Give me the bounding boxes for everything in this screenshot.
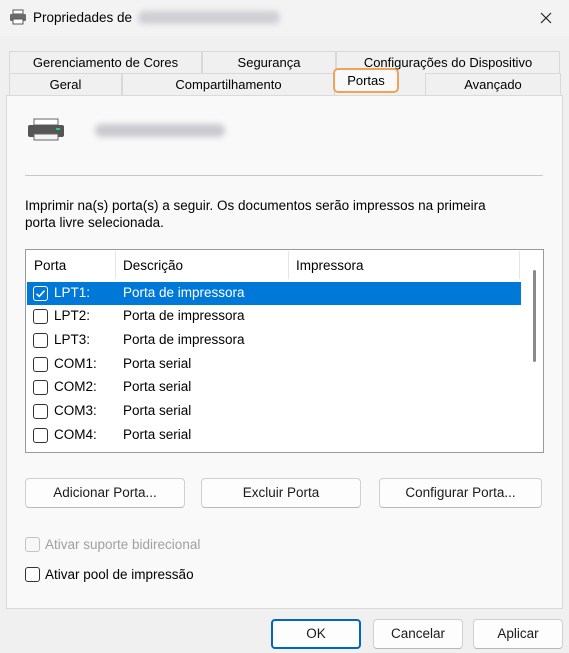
vertical-scrollbar[interactable] — [533, 270, 536, 362]
port-description: Porta serial — [123, 379, 192, 394]
port-name: COM3: — [54, 403, 97, 418]
close-button[interactable] — [523, 0, 569, 36]
port-row[interactable]: COM4: Porta serial — [27, 424, 521, 447]
port-description: Porta de impressora — [123, 308, 245, 323]
column-divider — [519, 251, 520, 279]
ok-button[interactable]: OK — [271, 619, 361, 649]
close-icon — [540, 12, 552, 24]
redacted-printer-name — [138, 11, 280, 24]
port-checkbox[interactable] — [33, 309, 48, 324]
tab-ports[interactable]: Portas — [333, 68, 399, 93]
port-checkbox[interactable] — [33, 428, 48, 443]
checkmark-icon — [35, 290, 46, 298]
port-description: Porta de impressora — [123, 285, 245, 300]
port-checkbox[interactable] — [33, 333, 48, 348]
tab-color-management[interactable]: Gerenciamento de Cores — [9, 51, 202, 73]
pooling-checkbox[interactable] — [25, 567, 40, 582]
port-row[interactable]: LPT2: Porta de impressora — [27, 305, 521, 328]
port-name: COM4: — [54, 427, 97, 442]
port-name: LPT1: — [54, 285, 91, 300]
port-row[interactable]: LPT3: Porta de impressora — [27, 329, 521, 352]
port-checkbox[interactable] — [33, 404, 48, 419]
printer-device-icon — [28, 118, 64, 141]
port-row[interactable]: COM2: Porta serial — [27, 376, 521, 399]
tab-sharing[interactable]: Compartilhamento — [122, 73, 335, 95]
column-header-printer[interactable]: Impressora — [288, 250, 518, 280]
printer-icon — [10, 9, 26, 25]
tab-security[interactable]: Segurança — [202, 51, 336, 73]
add-port-button[interactable]: Adicionar Porta... — [25, 478, 185, 508]
pooling-label[interactable]: Ativar pool de impressão — [45, 567, 194, 582]
port-name: LPT3: — [54, 332, 91, 347]
ports-list[interactable]: Porta Descrição Impressora LPT1: Porta d… — [25, 249, 544, 453]
column-header-description[interactable]: Descrição — [115, 250, 288, 280]
port-name: COM2: — [54, 379, 97, 394]
column-header-port[interactable]: Porta — [26, 250, 115, 280]
separator — [25, 175, 543, 176]
tab-general[interactable]: Geral — [9, 73, 122, 95]
configure-port-button[interactable]: Configurar Porta... — [379, 478, 542, 508]
port-checkbox[interactable] — [33, 286, 48, 301]
window-title: Propriedades de — [33, 10, 133, 25]
port-checkbox[interactable] — [33, 357, 48, 372]
port-row[interactable]: COM3: Porta serial — [27, 400, 521, 423]
delete-port-button[interactable]: Excluir Porta — [201, 478, 361, 508]
redacted-printer-label — [95, 124, 225, 137]
port-name: LPT2: — [54, 308, 91, 323]
bidirectional-label: Ativar suporte bidirecional — [45, 537, 201, 552]
port-checkbox[interactable] — [33, 380, 48, 395]
port-row[interactable]: LPT1: Porta de impressora — [27, 282, 521, 305]
ports-description: Imprimir na(s) porta(s) a seguir. Os doc… — [25, 198, 486, 230]
port-description: Porta serial — [123, 403, 192, 418]
port-description: Porta serial — [123, 427, 192, 442]
bidirectional-support-option: Ativar suporte bidirecional — [25, 536, 265, 554]
port-description: Porta de impressora — [123, 332, 245, 347]
port-description: Porta serial — [123, 356, 192, 371]
tab-advanced[interactable]: Avançado — [425, 73, 561, 95]
port-row[interactable]: COM1: Porta serial — [27, 353, 521, 376]
bidirectional-checkbox — [25, 537, 40, 552]
title-bar: Propriedades de — [0, 0, 569, 36]
apply-button[interactable]: Aplicar — [473, 619, 563, 649]
cancel-button[interactable]: Cancelar — [373, 619, 463, 649]
printer-pooling-option[interactable]: Ativar pool de impressão — [25, 566, 245, 584]
port-name: COM1: — [54, 356, 97, 371]
